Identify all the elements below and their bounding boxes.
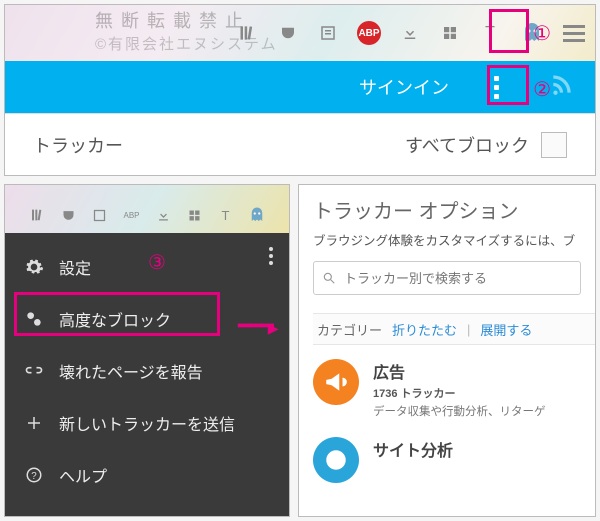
mini-toolbar: ABP T: [5, 197, 289, 233]
category-item-analytics[interactable]: サイト分析: [313, 437, 595, 483]
category-name: サイト分析: [373, 437, 453, 461]
tracker-search-input[interactable]: [344, 271, 572, 286]
tracker-row: トラッカー すべてブロック: [5, 113, 595, 175]
category-name: 広告: [373, 359, 546, 383]
broken-link-icon: [23, 361, 45, 381]
tracker-label: トラッカー: [33, 132, 123, 158]
collapse-link[interactable]: 折りたたむ: [392, 320, 457, 339]
megaphone-icon: [313, 359, 359, 405]
menu-item-report-broken[interactable]: 壊れたページを報告: [5, 345, 289, 397]
menu-item-settings[interactable]: 設定: [5, 241, 289, 293]
menu-item-help[interactable]: ? ヘルプ: [5, 449, 289, 501]
category-item-ads[interactable]: 広告 1736 トラッカー データ収集や行動分析、リターゲ: [313, 359, 595, 419]
options-panel: トラッカー オプション ブラウジング体験をカスタマイズするには、ブ カテゴリー …: [298, 184, 596, 517]
menu-label: 設定: [59, 255, 91, 279]
block-all-checkbox[interactable]: [541, 132, 567, 158]
menu-kebab-icon[interactable]: [269, 247, 273, 265]
category-list: 広告 1736 トラッカー データ収集や行動分析、リターゲ サイト分析: [313, 359, 595, 483]
menu-panel: ABP T 設定 高度なブロック 壊れたページを報告: [4, 184, 290, 517]
menu-label: 新しいトラッカーを送信: [59, 411, 235, 435]
reader-icon[interactable]: [91, 206, 109, 224]
ghostery-icon[interactable]: [248, 206, 266, 224]
top-panel: 無断転載禁止 ©有限会社エヌシステム ABP T ① サインイン: [4, 4, 596, 176]
category-label: カテゴリー: [317, 320, 382, 339]
abp-icon[interactable]: ABP: [357, 21, 381, 45]
search-icon: [322, 271, 336, 285]
tile-icon[interactable]: [186, 206, 204, 224]
annotation-box-2: [487, 65, 529, 105]
category-toolbar: カテゴリー 折りたたむ | 展開する: [313, 313, 595, 345]
annotation-number-2: ②: [533, 77, 551, 102]
text-icon[interactable]: T: [217, 206, 235, 224]
tracker-search-box[interactable]: [313, 261, 581, 295]
category-desc: データ収集や行動分析、リターゲ: [373, 403, 546, 419]
abp-icon[interactable]: ABP: [122, 205, 142, 225]
menu-item-submit-tracker[interactable]: 新しいトラッカーを送信: [5, 397, 289, 449]
svg-text:?: ?: [31, 471, 37, 482]
menu-label: 壊れたページを報告: [59, 359, 203, 383]
gear-icon: [23, 257, 45, 277]
library-icon[interactable]: [29, 206, 47, 224]
annotation-box-3: [14, 292, 220, 336]
signin-link[interactable]: サインイン: [359, 74, 449, 100]
plus-icon: [23, 414, 45, 432]
reader-icon[interactable]: [317, 22, 339, 44]
annotation-arrow: ━━━: [238, 313, 277, 339]
pocket-icon[interactable]: [60, 206, 78, 224]
help-icon: ?: [23, 466, 45, 484]
annotation-number-3: ③: [148, 250, 166, 275]
annotation-box-1: [489, 9, 529, 53]
dark-dropdown-menu: 設定 高度なブロック 壊れたページを報告 新しいトラッカーを送信 ? ヘルプ: [5, 233, 289, 516]
expand-link[interactable]: 展開する: [480, 320, 532, 339]
rss-icon: [549, 71, 575, 97]
hamburger-menu-icon[interactable]: [563, 25, 585, 42]
tile-icon[interactable]: [439, 22, 461, 44]
library-icon[interactable]: [237, 22, 259, 44]
download-icon[interactable]: [155, 206, 173, 224]
pocket-icon[interactable]: [277, 22, 299, 44]
annotation-number-1: ①: [533, 21, 551, 46]
category-count: 1736 トラッカー: [373, 385, 546, 401]
options-subtitle: ブラウジング体験をカスタマイズするには、ブ: [313, 230, 595, 249]
pie-chart-icon: [313, 437, 359, 483]
options-title: トラッカー オプション: [313, 195, 595, 224]
download-icon[interactable]: [399, 22, 421, 44]
menu-label: ヘルプ: [59, 463, 107, 487]
separator: |: [467, 322, 470, 337]
block-all-label: すべてブロック: [405, 132, 529, 158]
